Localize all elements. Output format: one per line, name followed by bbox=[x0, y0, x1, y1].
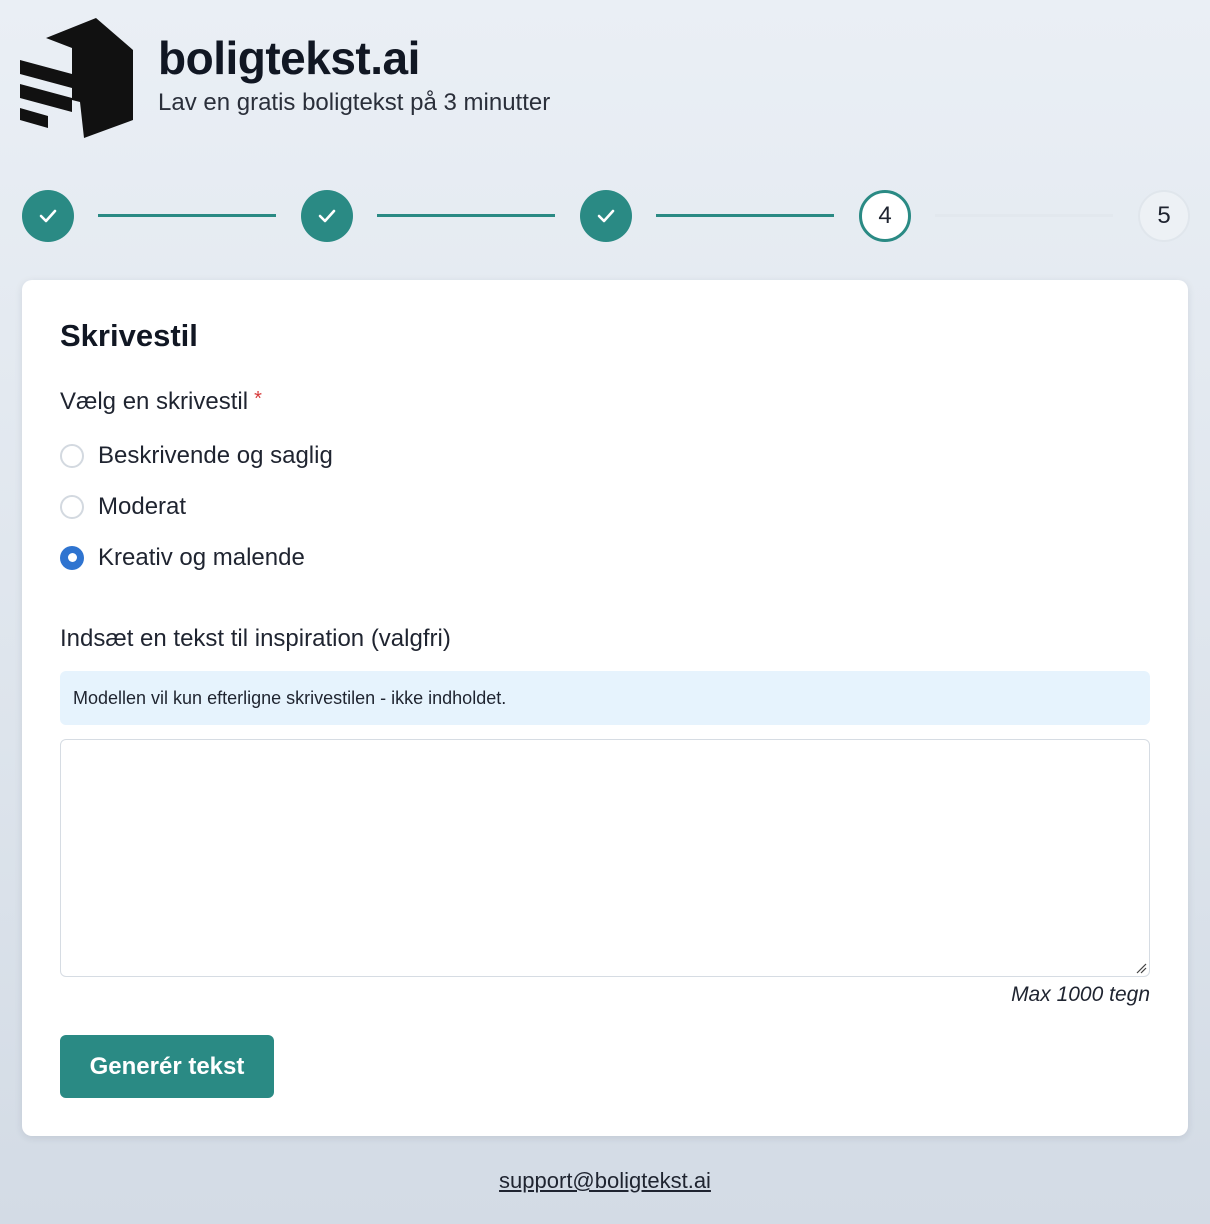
brand-name: boligtekst.ai bbox=[158, 31, 420, 84]
house-stripes-logo-icon bbox=[20, 16, 134, 140]
radio-option-moderat[interactable]: Moderat bbox=[60, 481, 1150, 532]
form-card: Skrivestil Vælg en skrivestil * Beskriven… bbox=[22, 280, 1188, 1136]
support-email-link[interactable]: support@boligtekst.ai bbox=[0, 1168, 1210, 1194]
check-icon bbox=[39, 209, 57, 223]
step-4-current: 4 bbox=[859, 190, 911, 242]
radio-button[interactable] bbox=[60, 494, 84, 519]
step-connector bbox=[377, 214, 555, 217]
resize-handle-icon[interactable] bbox=[1135, 962, 1147, 974]
info-notice: Modellen vil kun efterligne skrivestilen… bbox=[60, 671, 1150, 725]
style-label-text: Vælg en skrivestil bbox=[60, 388, 249, 415]
radio-label: Moderat bbox=[98, 492, 187, 520]
radio-button[interactable] bbox=[60, 443, 84, 468]
step-connector bbox=[98, 214, 276, 217]
radio-button-selected[interactable] bbox=[60, 545, 84, 570]
section-title: Skrivestil bbox=[60, 318, 198, 353]
radio-label: Kreativ og malende bbox=[98, 543, 305, 571]
style-radio-group: Beskrivende og saglig Moderat Kreativ og… bbox=[60, 430, 1150, 583]
check-icon bbox=[597, 209, 615, 223]
char-limit-hint: Max 1000 tegn bbox=[1011, 983, 1150, 1006]
step-3-complete bbox=[580, 190, 632, 242]
radio-label: Beskrivende og saglig bbox=[98, 441, 333, 469]
step-connector bbox=[656, 214, 834, 217]
progress-stepper: 4 5 bbox=[22, 190, 1190, 242]
radio-option-beskrivende[interactable]: Beskrivende og saglig bbox=[60, 430, 1150, 481]
step-2-complete bbox=[301, 190, 353, 242]
check-icon bbox=[318, 209, 336, 223]
style-field-label: Vælg en skrivestil * bbox=[60, 388, 1150, 416]
inspiration-field-label: Indsæt en tekst til inspiration (valgfri… bbox=[60, 625, 451, 652]
step-connector-pending bbox=[935, 214, 1113, 217]
radio-option-kreativ[interactable]: Kreativ og malende bbox=[60, 532, 1150, 583]
inspiration-textarea[interactable] bbox=[60, 739, 1150, 977]
required-mark: * bbox=[254, 388, 262, 410]
step-5-pending: 5 bbox=[1138, 190, 1190, 242]
step-1-complete bbox=[22, 190, 74, 242]
generate-text-button[interactable]: Generér tekst bbox=[60, 1035, 274, 1098]
brand-tagline: Lav en gratis boligtekst på 3 minutter bbox=[158, 89, 551, 117]
header: boligtekst.ai Lav en gratis boligtekst p… bbox=[20, 16, 550, 140]
